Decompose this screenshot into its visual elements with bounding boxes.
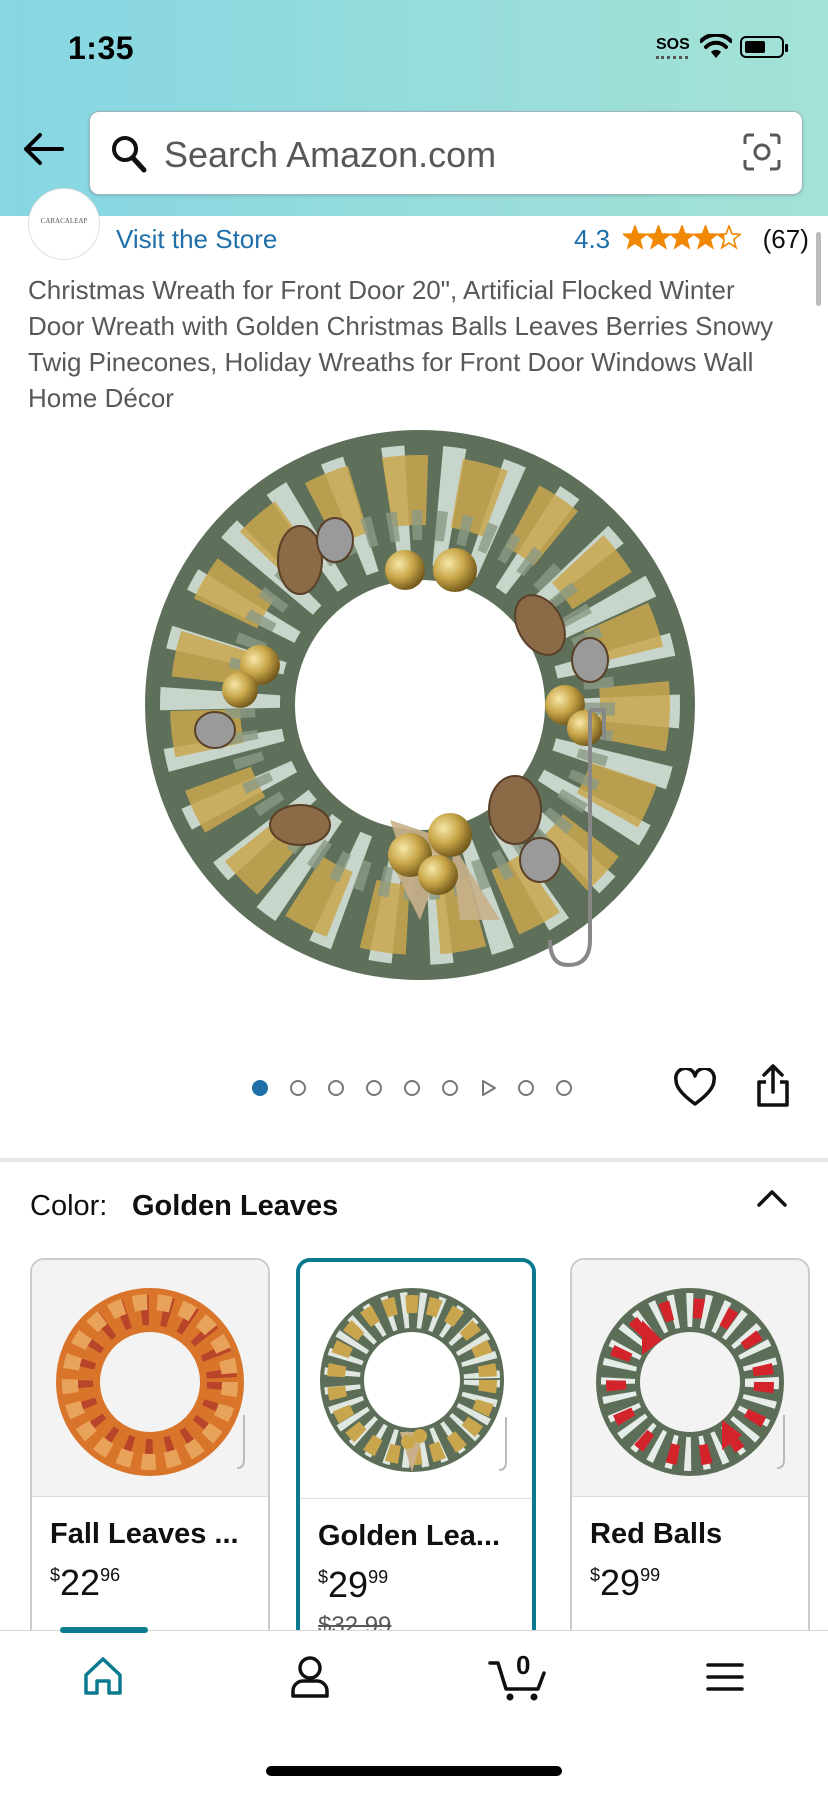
share-icon[interactable] bbox=[756, 1064, 790, 1108]
color-option-red-balls[interactable]: Red Balls $2999 bbox=[570, 1258, 810, 1658]
price-whole: 22 bbox=[60, 1562, 101, 1603]
chevron-up-icon[interactable] bbox=[756, 1188, 788, 1208]
pager-dot[interactable] bbox=[290, 1080, 306, 1096]
sos-indicator: SOS bbox=[656, 36, 690, 53]
star-rating-icon bbox=[623, 225, 742, 250]
price-fraction: 96 bbox=[100, 1565, 121, 1585]
scrollbar[interactable] bbox=[816, 232, 821, 306]
app-header: 1:35 SOS Search Amazon.com bbox=[0, 0, 828, 216]
battery-icon bbox=[740, 36, 788, 58]
option-price: $2296 bbox=[50, 1562, 120, 1604]
currency-symbol: $ bbox=[590, 1565, 601, 1585]
search-icon bbox=[112, 136, 147, 173]
color-option-thumbnail bbox=[300, 1262, 532, 1499]
status-time: 1:35 bbox=[68, 30, 135, 66]
search-input[interactable]: Search Amazon.com bbox=[164, 134, 496, 176]
product-title: Christmas Wreath for Front Door 20", Art… bbox=[28, 275, 774, 413]
back-arrow-icon[interactable] bbox=[22, 132, 64, 166]
price-whole: 29 bbox=[328, 1564, 369, 1605]
option-name: Golden Lea... bbox=[318, 1520, 501, 1552]
pager-dot[interactable] bbox=[328, 1080, 344, 1096]
star-fill bbox=[623, 226, 647, 248]
pager-dot[interactable] bbox=[252, 1080, 268, 1096]
pager-dot[interactable] bbox=[366, 1080, 382, 1096]
option-name: Red Balls bbox=[590, 1518, 723, 1550]
price-whole: 29 bbox=[600, 1562, 641, 1603]
active-tab-indicator bbox=[60, 1627, 148, 1633]
heart-icon[interactable] bbox=[674, 1068, 716, 1108]
color-option-thumbnail bbox=[572, 1260, 808, 1497]
rating-count: (67) bbox=[762, 224, 809, 254]
home-icon[interactable] bbox=[82, 1655, 124, 1697]
brand-logo[interactable]: CARACALEAP bbox=[28, 188, 100, 260]
signal-dots bbox=[656, 56, 688, 63]
wifi-icon bbox=[700, 34, 732, 58]
section-divider bbox=[0, 1158, 828, 1162]
color-option-golden-leaves[interactable]: Golden Lea... $2999 $32.99 bbox=[296, 1258, 536, 1658]
star-fill bbox=[647, 226, 671, 248]
home-indicator[interactable] bbox=[266, 1766, 562, 1776]
price-fraction: 99 bbox=[368, 1567, 389, 1587]
account-icon[interactable] bbox=[290, 1655, 330, 1699]
pager-dot[interactable] bbox=[404, 1080, 420, 1096]
pager-dot[interactable] bbox=[556, 1080, 572, 1096]
selected-color: Golden Leaves bbox=[132, 1190, 339, 1222]
camera-scan-icon[interactable] bbox=[742, 132, 782, 172]
product-image[interactable] bbox=[120, 420, 720, 1010]
rating-summary[interactable]: 4.3 (67) bbox=[574, 224, 809, 255]
star-fill bbox=[694, 226, 718, 248]
currency-symbol: $ bbox=[318, 1567, 329, 1587]
visit-store-link[interactable]: Visit the Store bbox=[116, 224, 277, 255]
price-fraction: 99 bbox=[640, 1565, 661, 1585]
rating-value: 4.3 bbox=[574, 224, 611, 254]
cart-count-badge: 0 bbox=[516, 1650, 531, 1680]
option-price: $2999 bbox=[318, 1564, 388, 1606]
star-fill bbox=[670, 226, 694, 248]
menu-icon[interactable] bbox=[706, 1661, 744, 1693]
color-label: Color: bbox=[30, 1190, 108, 1222]
pager-dot[interactable] bbox=[518, 1080, 534, 1096]
pager-dot[interactable] bbox=[442, 1080, 458, 1096]
option-price: $2999 bbox=[590, 1562, 660, 1604]
search-bar[interactable]: Search Amazon.com bbox=[89, 111, 803, 195]
color-option-fall-leaves[interactable]: Fall Leaves ... $2296 bbox=[30, 1258, 270, 1658]
option-name: Fall Leaves ... bbox=[50, 1518, 239, 1550]
video-play-icon[interactable] bbox=[480, 1079, 498, 1097]
brand-logo-text: CARACALEAP bbox=[40, 217, 88, 225]
currency-symbol: $ bbox=[50, 1565, 61, 1585]
color-option-thumbnail bbox=[32, 1260, 268, 1497]
